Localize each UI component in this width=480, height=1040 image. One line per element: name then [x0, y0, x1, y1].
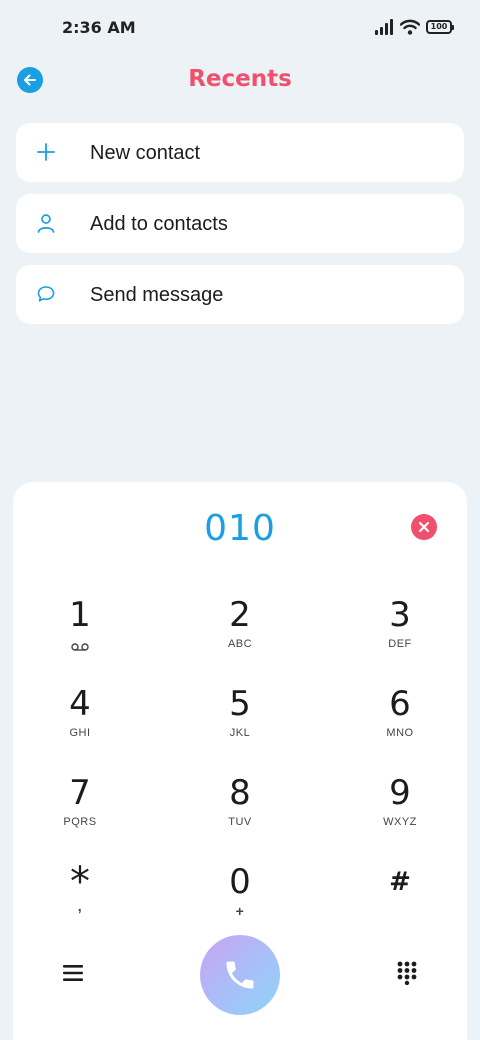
menu-icon: [63, 965, 83, 981]
key-4[interactable]: 4 GHI: [20, 684, 140, 764]
status-icons: 100: [374, 18, 454, 36]
dialed-number: 010: [204, 508, 276, 549]
send-message-label: Send message: [90, 284, 224, 306]
close-icon: [418, 521, 430, 533]
new-contact-button[interactable]: New contact: [16, 123, 464, 182]
phone-icon: [226, 961, 254, 989]
key-digit: 7: [69, 773, 91, 813]
key-letters: MNO: [386, 727, 414, 739]
add-to-contacts-label: Add to contacts: [90, 213, 228, 235]
key-letters: ABC: [227, 638, 253, 650]
key-hash[interactable]: #: [340, 862, 460, 942]
dialpad-icon: [397, 961, 417, 985]
key-letters: GHI: [69, 727, 91, 739]
status-bar: 2:36 AM 100: [0, 0, 480, 56]
key-letters: TUV: [228, 816, 252, 828]
new-contact-label: New contact: [90, 142, 201, 164]
message-bubble-icon: [34, 282, 58, 306]
call-button[interactable]: [200, 935, 280, 1015]
person-icon: [34, 211, 58, 235]
key-2[interactable]: 2 ABC: [180, 595, 300, 675]
send-message-button[interactable]: Send message: [16, 265, 464, 324]
menu-button[interactable]: [59, 959, 87, 987]
signal-icon: [375, 19, 393, 35]
key-digit: 0: [229, 862, 251, 902]
key-7[interactable]: 7 PQRS: [20, 773, 140, 853]
status-time: 2:36 AM: [62, 18, 136, 37]
add-to-contacts-button[interactable]: Add to contacts: [16, 194, 464, 253]
key-0[interactable]: 0 +: [180, 862, 300, 942]
key-digit: 4: [69, 684, 91, 724]
key-digit: 8: [229, 773, 251, 813]
dial-panel: 010 1 2 ABC 3 DEF 4 GHI 5 JKL 6 MNO 7 PQ…: [13, 482, 467, 1040]
battery-icon: 100: [426, 20, 454, 34]
plus-icon: [34, 140, 58, 164]
key-letters: WXYZ: [383, 816, 417, 828]
key-digit: 5: [229, 684, 251, 724]
key-star[interactable]: * ,: [20, 862, 140, 942]
key-9[interactable]: 9 WXYZ: [340, 773, 460, 853]
key-digit: *: [70, 859, 90, 905]
key-digit: 6: [389, 684, 411, 724]
key-digit: 1: [69, 595, 91, 635]
battery-level: 100: [430, 22, 448, 31]
key-digit: 9: [389, 773, 411, 813]
wifi-icon: [400, 19, 420, 35]
key-letters: JKL: [229, 727, 251, 739]
clear-button[interactable]: [411, 514, 437, 540]
key-3[interactable]: 3 DEF: [340, 595, 460, 675]
voicemail-icon: [71, 639, 89, 657]
key-letters: PQRS: [63, 816, 97, 828]
dialpad-toggle-button[interactable]: [393, 959, 421, 987]
key-letters: +: [235, 903, 245, 919]
key-5[interactable]: 5 JKL: [180, 684, 300, 764]
key-1[interactable]: 1: [20, 595, 140, 675]
key-digit: 3: [389, 595, 411, 635]
key-8[interactable]: 8 TUV: [180, 773, 300, 853]
key-digit: 2: [229, 595, 251, 635]
key-6[interactable]: 6 MNO: [340, 684, 460, 764]
key-letters: DEF: [388, 638, 412, 650]
key-letters: ,: [77, 898, 83, 914]
key-digit: #: [389, 867, 411, 897]
page-title: Recents: [188, 66, 292, 92]
